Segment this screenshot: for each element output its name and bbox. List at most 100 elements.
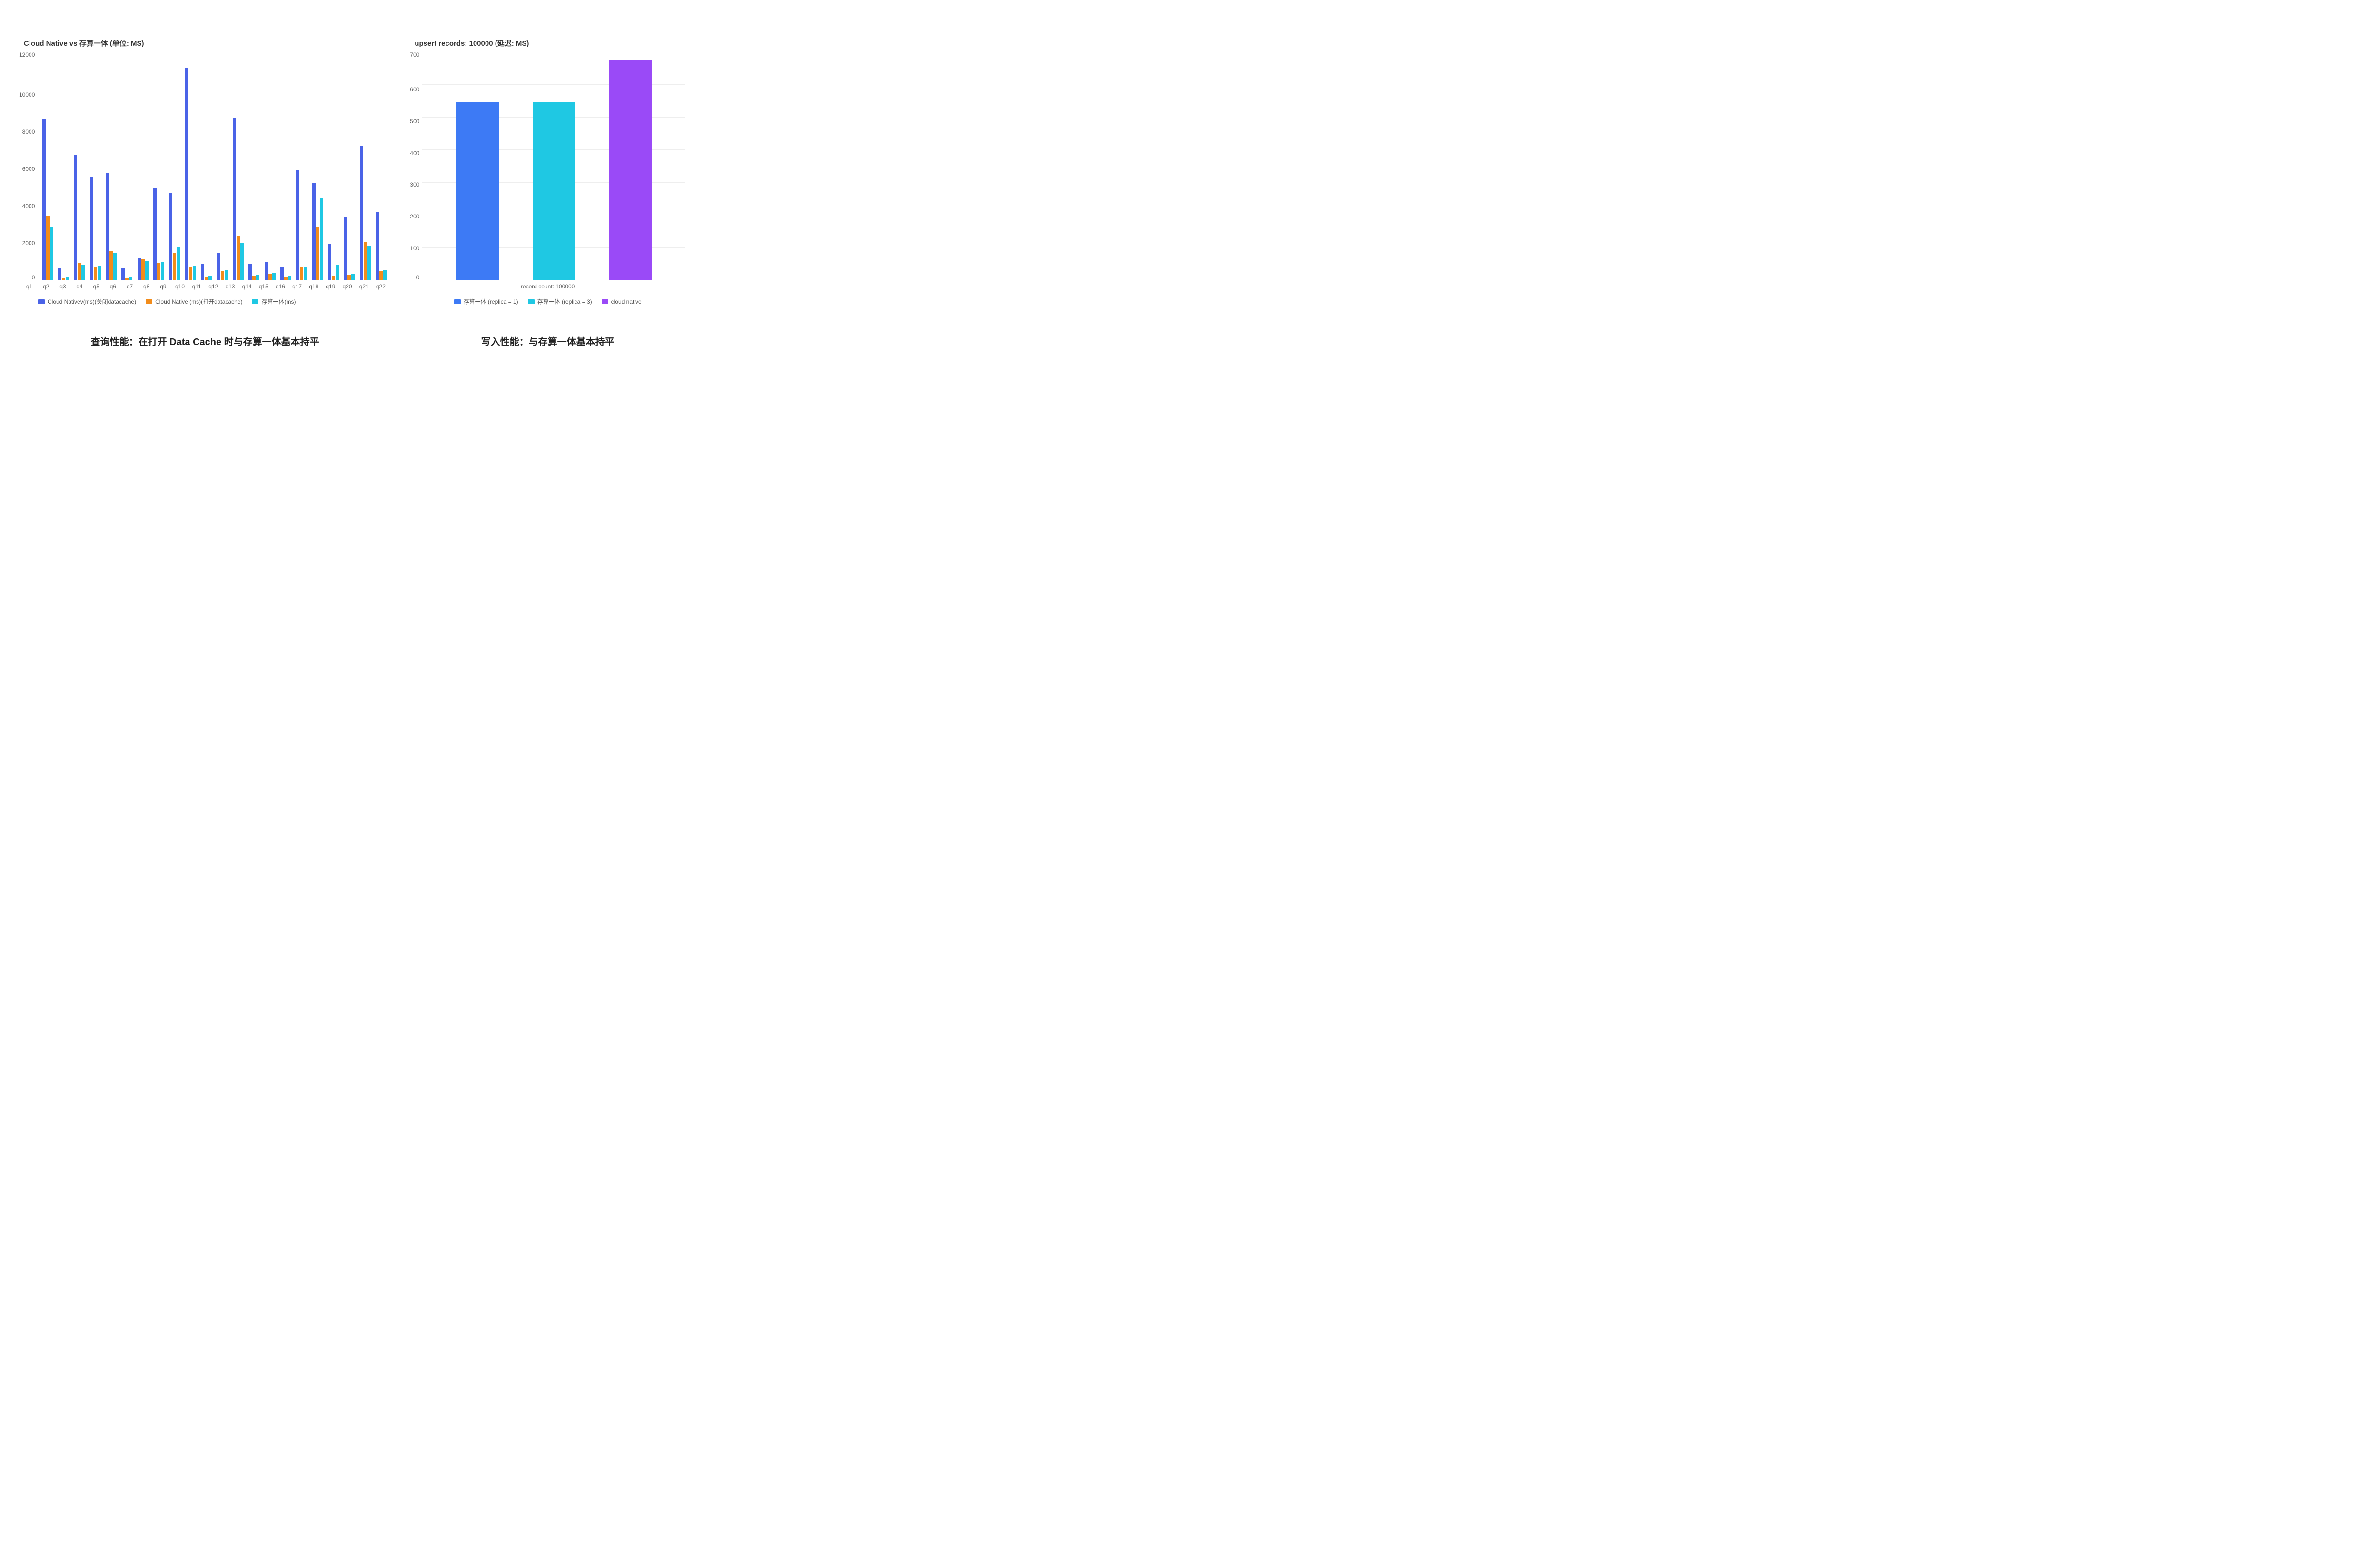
bar [81, 265, 85, 280]
chart-caption: 查询性能：在打开 Data Cache 时与存算一体基本持平 [19, 334, 391, 348]
legend-item: Cloud Native (ms)(打开datacache) [146, 297, 242, 306]
x-tick: q3 [54, 283, 71, 290]
chart-caption: 写入性能：与存算一体基本持平 [410, 334, 685, 348]
x-tick: q12 [205, 283, 222, 290]
bar [379, 271, 383, 280]
bar [125, 278, 129, 280]
bar-group [198, 52, 214, 280]
bar-group [119, 52, 135, 280]
x-tick: q5 [88, 283, 105, 290]
bar [351, 274, 355, 280]
bar [161, 262, 164, 280]
legend-swatch [528, 299, 535, 304]
legend: 存算一体 (replica = 1) 存算一体 (replica = 3) clou… [410, 297, 685, 306]
legend-item: cloud native [602, 297, 642, 306]
bar [145, 261, 149, 280]
x-tick: q20 [339, 283, 356, 290]
bar [98, 266, 101, 280]
bar-group [262, 52, 278, 280]
bar [376, 212, 379, 280]
x-tick: q7 [121, 283, 138, 290]
legend-label: 存算一体 (replica = 3) [537, 297, 592, 306]
bar [367, 246, 371, 280]
bar [304, 267, 307, 280]
legend-swatch [252, 299, 258, 304]
bar-group [183, 52, 198, 280]
x-tick: q22 [372, 283, 389, 290]
bar [272, 273, 276, 280]
x-tick: q21 [356, 283, 372, 290]
bar-group [230, 52, 246, 280]
bar [46, 216, 50, 280]
bar [265, 262, 268, 280]
x-tick: q11 [188, 283, 205, 290]
bar [50, 227, 53, 280]
x-tick: q19 [322, 283, 339, 290]
bar [320, 198, 323, 280]
bar-group [246, 52, 262, 280]
x-axis-label: record count: 100000 [410, 283, 685, 290]
bar [62, 278, 65, 280]
bar [193, 266, 196, 280]
bar [138, 258, 141, 280]
bar [280, 267, 284, 280]
bar [109, 251, 113, 280]
bar [153, 188, 157, 280]
bar [256, 275, 259, 280]
bar [336, 265, 339, 280]
x-tick: q9 [155, 283, 171, 290]
bar [141, 259, 145, 280]
bar [252, 276, 256, 280]
bar [205, 277, 208, 280]
bar [288, 276, 291, 280]
bar-group [135, 52, 151, 280]
bar [217, 253, 220, 280]
bar [129, 277, 132, 280]
bar [185, 68, 188, 280]
bar [296, 170, 299, 280]
bar [189, 267, 192, 280]
bar-group [103, 52, 119, 280]
bar-group [533, 52, 575, 280]
bar-group [278, 52, 294, 280]
bar-group [309, 52, 325, 280]
bar-group [373, 52, 389, 280]
bar [240, 243, 244, 280]
bar [221, 271, 224, 280]
bar [177, 247, 180, 280]
legend-swatch [38, 299, 45, 304]
bar [332, 276, 335, 280]
bar-group [56, 52, 71, 280]
bar-group [326, 52, 341, 280]
bar [90, 177, 93, 280]
bar [74, 155, 77, 280]
bar [113, 253, 117, 280]
bar-group [294, 52, 309, 280]
x-tick: q2 [38, 283, 54, 290]
legend-swatch [146, 299, 152, 304]
x-tick: q8 [138, 283, 155, 290]
bar [609, 60, 652, 280]
bar [225, 270, 228, 280]
bar [533, 102, 575, 280]
bar [237, 236, 240, 280]
bar-group [71, 52, 87, 280]
legend-swatch [602, 299, 608, 304]
legend-item: 存算一体 (replica = 1) [454, 297, 518, 306]
y-axis: 700 600 500 400 300 200 100 0 [410, 52, 422, 280]
x-axis: q1q2q3q4q5q6q7q8q9q10q11q12q13q14q15q16q… [19, 280, 391, 290]
bar [78, 263, 81, 280]
x-tick: q6 [105, 283, 121, 290]
bar [344, 217, 347, 280]
bar [42, 119, 46, 280]
legend-item: Cloud Nativev(ms)(关闭datacache) [38, 297, 136, 306]
bar [248, 264, 252, 280]
bar-group [341, 52, 357, 280]
legend-label: 存算一体 (replica = 1) [464, 297, 518, 306]
write-performance-chart: upsert records: 100000 (延迟: MS) 700 600 … [410, 38, 685, 348]
y-axis: 12000 10000 8000 6000 4000 2000 0 [19, 52, 38, 280]
bar-group [456, 52, 499, 280]
bar [312, 183, 316, 280]
bar-group [167, 52, 182, 280]
chart-title: Cloud Native vs 存算一体 (单位: MS) [19, 38, 391, 48]
